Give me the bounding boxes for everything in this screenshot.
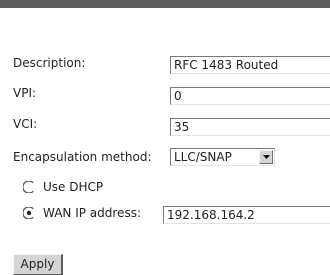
use-dhcp-label[interactable]: Use DHCP — [43, 180, 103, 194]
radio-selected-icon — [26, 210, 32, 216]
encapsulation-selected-value: LLC/SNAP — [174, 150, 232, 164]
apply-button[interactable]: Apply — [13, 254, 63, 275]
vci-input[interactable]: 35 — [170, 118, 330, 136]
encapsulation-select[interactable]: LLC/SNAP — [170, 148, 275, 166]
vpi-input[interactable]: 0 — [170, 87, 330, 105]
vci-label: VCI: — [13, 117, 38, 131]
description-input[interactable]: RFC 1483 Routed — [170, 56, 330, 74]
wan-ip-input[interactable]: 192.168.164.2 — [163, 206, 330, 224]
vpi-label: VPI: — [13, 86, 37, 100]
wan-ip-radio[interactable] — [23, 207, 35, 219]
top-divider — [0, 0, 330, 8]
dropdown-button[interactable] — [259, 150, 273, 164]
encapsulation-label: Encapsulation method: — [13, 150, 152, 164]
use-dhcp-radio[interactable] — [23, 181, 35, 193]
wan-ip-label[interactable]: WAN IP address: — [43, 206, 141, 220]
triangle-down-icon — [263, 155, 270, 159]
description-label: Description: — [13, 56, 86, 70]
